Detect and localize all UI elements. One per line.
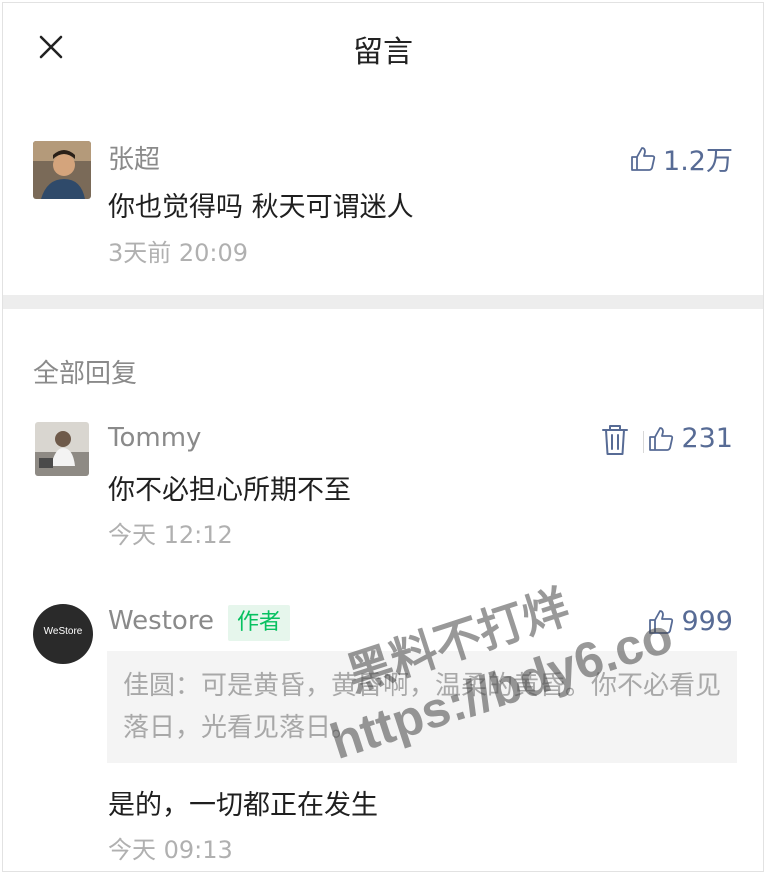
- like-count: 231: [681, 423, 733, 454]
- avatar[interactable]: [35, 422, 89, 476]
- like-count: 999: [681, 606, 733, 637]
- like-button[interactable]: 231: [647, 423, 733, 454]
- reply-author[interactable]: Westore: [108, 606, 214, 636]
- comment-time: 3天前 20:09: [108, 239, 249, 267]
- divider: [643, 431, 644, 453]
- trash-icon[interactable]: [599, 423, 631, 457]
- user-photo-icon: [35, 422, 89, 476]
- like-button[interactable]: 999: [647, 606, 733, 637]
- comment-text: 你也觉得吗 秋天可谓迷人: [108, 192, 414, 223]
- like-button[interactable]: 1.2万: [629, 139, 733, 178]
- reply-text: 是的，一切都正在发生: [108, 790, 378, 821]
- reply-time: 今天 12:12: [108, 521, 233, 549]
- avatar[interactable]: [33, 141, 91, 199]
- user-photo-icon: [33, 141, 91, 199]
- comment-author[interactable]: 张超: [108, 139, 160, 176]
- avatar[interactable]: WeStore: [33, 604, 93, 664]
- replies-label: 全部回复: [33, 359, 138, 389]
- thumbs-up-icon: [649, 426, 674, 451]
- header: 留言: [3, 3, 763, 95]
- comment-detail-page: 留言 张超 1.2万 你也觉得吗 秋天可谓迷人 3天前 20:09 全部回复 T…: [2, 2, 764, 872]
- section-divider: [3, 295, 763, 309]
- page-title: 留言: [353, 35, 413, 70]
- thumbs-up-icon: [631, 146, 656, 171]
- avatar-logo-text: WeStore: [43, 626, 83, 637]
- like-count: 1.2万: [663, 146, 733, 177]
- reply-text: 你不必担心所期不至: [108, 475, 351, 506]
- reply-author[interactable]: Tommy: [108, 423, 201, 453]
- thumbs-up-icon: [649, 609, 674, 634]
- quoted-comment: 佳圆：可是黄昏，黄昏啊，温柔的黄昏。你不必看见落日，光看见落日。: [107, 651, 737, 763]
- reply-time: 今天 09:13: [108, 836, 233, 864]
- author-badge: 作者: [228, 605, 291, 641]
